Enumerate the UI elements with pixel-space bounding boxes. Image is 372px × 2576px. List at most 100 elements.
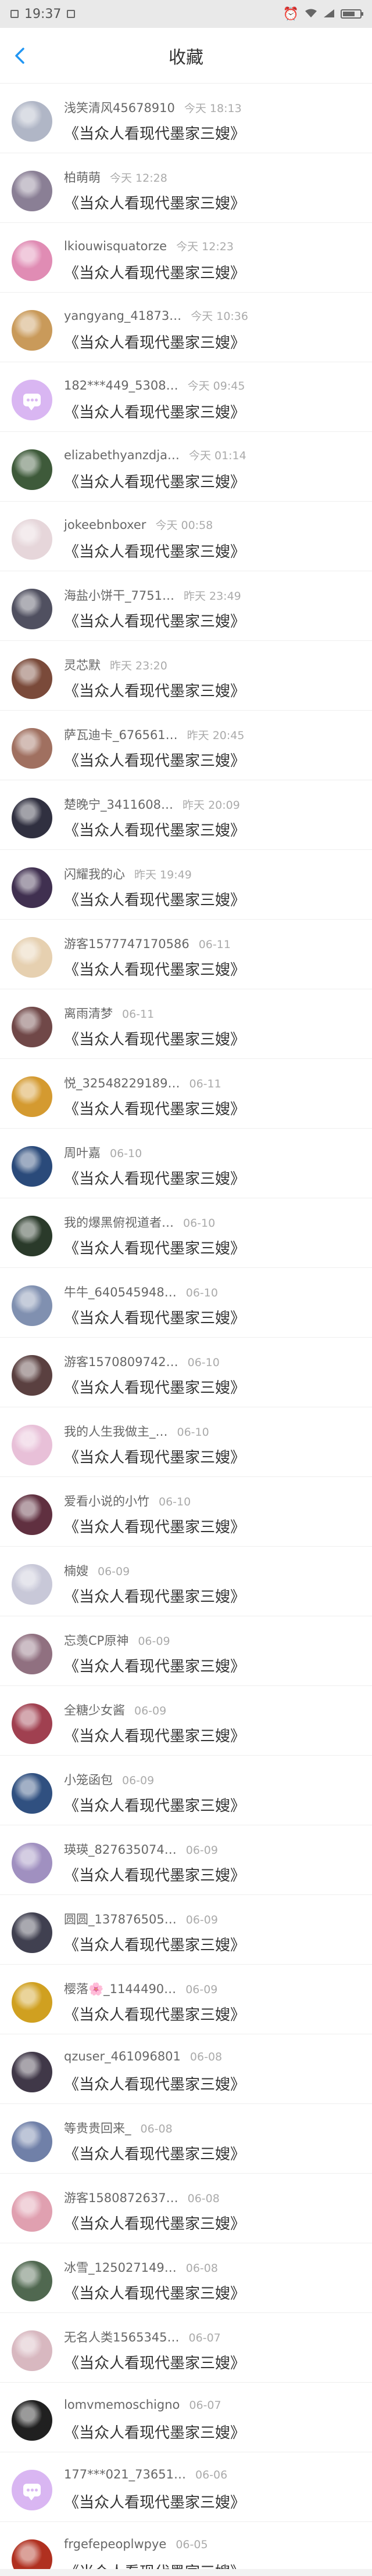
avatar[interactable] [12,2400,52,2441]
username[interactable]: 闪耀我的心 [64,865,125,882]
list-item[interactable]: 瑛瑛_827635074… 06-09 《当众人看现代墨家三嫂》 [0,1825,372,1895]
book-title[interactable]: 《当众人看现代墨家三嫂》 [64,610,245,631]
username[interactable]: 我的人生我做主_… [64,1422,168,1440]
username[interactable]: 瑛瑛_827635074… [64,1840,177,1858]
book-title[interactable]: 《当众人看现代墨家三嫂》 [64,2282,245,2303]
book-title[interactable]: 《当众人看现代墨家三嫂》 [64,1585,245,1606]
list-item[interactable]: 楠嫂 06-09 《当众人看现代墨家三嫂》 [0,1547,372,1616]
avatar[interactable] [12,798,52,838]
book-title[interactable]: 《当众人看现代墨家三嫂》 [64,401,245,422]
avatar[interactable] [12,310,52,351]
avatar[interactable] [12,1634,52,1674]
username[interactable]: 182***449_5308… [64,379,178,392]
list-item[interactable]: lomvmemoschigno 06-07 《当众人看现代墨家三嫂》 [0,2383,372,2452]
avatar[interactable] [12,1146,52,1187]
list-item[interactable]: 游客1570809742… 06-10 《当众人看现代墨家三嫂》 [0,1338,372,1407]
username[interactable]: yangyang_41873… [64,309,181,323]
avatar[interactable] [12,2330,52,2371]
book-title[interactable]: 《当众人看现代墨家三嫂》 [64,749,245,770]
username[interactable]: qzuser_461096801 [64,2049,181,2063]
username[interactable]: 游客1580872637… [64,2189,178,2206]
username[interactable]: 周叶嘉 [64,1144,101,1161]
list-item[interactable]: 柏萌萌 今天 12:28 《当众人看现代墨家三嫂》 [0,153,372,223]
avatar[interactable] [12,171,52,211]
book-title[interactable]: 《当众人看现代墨家三嫂》 [64,2142,245,2164]
list-item[interactable]: yangyang_41873… 今天 10:36 《当众人看现代墨家三嫂》 [0,293,372,362]
username[interactable]: 游客1570809742… [64,1353,178,1370]
list-item[interactable]: 游客1577747170586 06-11 《当众人看现代墨家三嫂》 [0,920,372,989]
list-item[interactable]: 萨瓦迪卡_676561… 昨天 20:45 《当众人看现代墨家三嫂》 [0,711,372,780]
book-title[interactable]: 《当众人看现代墨家三嫂》 [64,2421,245,2442]
username[interactable]: 爱看小说的小竹 [64,1492,149,1509]
book-title[interactable]: 《当众人看现代墨家三嫂》 [64,1028,245,1049]
list-item[interactable]: 忘羡CP原神 06-09 《当众人看现代墨家三嫂》 [0,1616,372,1686]
list-item[interactable]: 我的爆黑俯视道者… 06-10 《当众人看现代墨家三嫂》 [0,1198,372,1268]
book-title[interactable]: 《当众人看现代墨家三嫂》 [64,1446,245,1467]
username[interactable]: 海盐小饼干_7751… [64,586,174,604]
username[interactable]: 悦_32548229189… [64,1074,180,1091]
book-title[interactable]: 《当众人看现代墨家三嫂》 [64,2351,245,2373]
avatar[interactable] [12,101,52,142]
list-item[interactable]: 闪耀我的心 昨天 19:49 《当众人看现代墨家三嫂》 [0,850,372,920]
username[interactable]: 樱落🌸_1144490… [64,1980,176,1997]
username[interactable]: frgefepeoplwpye [64,2537,166,2551]
list-item[interactable]: 无名人类1565345… 06-07 《当众人看现代墨家三嫂》 [0,2313,372,2383]
username[interactable]: 浅笑清风45678910 [64,99,175,116]
avatar[interactable] [12,2470,52,2510]
username[interactable]: 等贵贵回来_ [64,2119,131,2137]
list-item[interactable]: 小笼函包 06-09 《当众人看现代墨家三嫂》 [0,1756,372,1825]
username[interactable]: jokeebnboxer [64,518,146,532]
avatar[interactable] [12,519,52,560]
book-title[interactable]: 《当众人看现代墨家三嫂》 [64,1864,245,1885]
list-item[interactable]: frgefepeoplwpye06-05《当众人看现代墨家三嫂》 [0,2522,372,2576]
book-title[interactable]: 《当众人看现代墨家三嫂》 [64,958,245,979]
avatar[interactable] [12,2191,52,2232]
book-title[interactable]: 《当众人看现代墨家三嫂》 [64,1933,245,1955]
avatar[interactable] [12,240,52,281]
list-item[interactable]: 樱落🌸_1144490… 06-09 《当众人看现代墨家三嫂》 [0,1965,372,2034]
username[interactable]: 楚晚宁_3411608… [64,795,173,813]
list-item[interactable]: 等贵贵回来_ 06-08 《当众人看现代墨家三嫂》 [0,2104,372,2174]
book-title[interactable]: 《当众人看现代墨家三嫂》 [64,331,245,352]
book-title[interactable]: 《当众人看现代墨家三嫂》 [64,122,245,143]
list-item[interactable]: jokeebnboxer 今天 00:58 《当众人看现代墨家三嫂》 [0,502,372,571]
list-item[interactable]: 182***449_5308… 今天 09:45 《当众人看现代墨家三嫂》 [0,362,372,432]
avatar[interactable] [12,937,52,978]
avatar[interactable] [12,380,52,420]
list-item[interactable]: 177***021_73651… 06-06 《当众人看现代墨家三嫂》 [0,2452,372,2522]
book-title[interactable]: 《当众人看现代墨家三嫂》 [64,679,245,701]
book-title[interactable]: 《当众人看现代墨家三嫂》 [64,192,245,213]
username[interactable]: 灵芯默 [64,656,101,673]
avatar[interactable] [12,867,52,908]
username[interactable]: lkiouwisquatorze [64,239,167,253]
book-title[interactable]: 《当众人看现代墨家三嫂》 [64,1794,245,1815]
list-item[interactable]: 游客1580872637… 06-08 《当众人看现代墨家三嫂》 [0,2174,372,2243]
list-item[interactable]: 全糖少女酱 06-09 《当众人看现代墨家三嫂》 [0,1686,372,1756]
list-item[interactable]: 冰雪_125027149… 06-08 《当众人看现代墨家三嫂》 [0,2243,372,2313]
avatar[interactable] [12,589,52,629]
avatar[interactable] [12,449,52,490]
avatar[interactable] [12,1843,52,1883]
avatar[interactable] [12,1285,52,1326]
list-item[interactable]: lkiouwisquatorze 今天 12:23 《当众人看现代墨家三嫂》 [0,223,372,293]
book-title[interactable]: 《当众人看现代墨家三嫂》 [64,2212,245,2233]
list-item[interactable]: 灵芯默 昨天 23:20 《当众人看现代墨家三嫂》 [0,641,372,711]
book-title[interactable]: 《当众人看现代墨家三嫂》 [64,1097,245,1119]
username[interactable]: 萨瓦迪卡_676561… [64,726,178,743]
book-title[interactable]: 《当众人看现代墨家三嫂》 [64,1724,245,1746]
list-item[interactable]: 浅笑清风45678910 今天 18:13 《当众人看现代墨家三嫂》 [0,84,372,153]
username[interactable]: 牛牛_640545948… [64,1283,177,1300]
book-title[interactable]: 《当众人看现代墨家三嫂》 [64,261,245,283]
avatar[interactable] [12,2121,52,2162]
avatar[interactable] [12,1425,52,1465]
avatar[interactable] [12,2052,52,2092]
list-item[interactable]: 离雨清梦 06-11 《当众人看现代墨家三嫂》 [0,989,372,1059]
username[interactable]: 177***021_73651… [64,2467,186,2481]
username[interactable]: 我的爆黑俯视道者… [64,1213,174,1231]
list-item[interactable]: 楚晚宁_3411608… 昨天 20:09 《当众人看现代墨家三嫂》 [0,780,372,850]
list-item[interactable]: 爱看小说的小竹 06-10 《当众人看现代墨家三嫂》 [0,1477,372,1547]
username[interactable]: 冰雪_125027149… [64,2258,177,2276]
avatar[interactable] [12,1216,52,1256]
avatar[interactable] [12,1703,52,1744]
avatar[interactable] [12,1007,52,1047]
